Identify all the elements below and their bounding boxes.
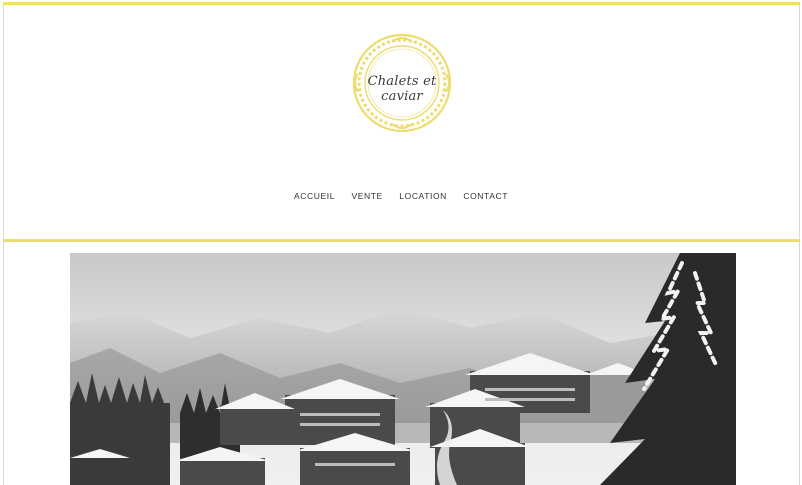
hero-image [70, 253, 736, 485]
main-nav: ACCUEIL VENTE LOCATION CONTACT [0, 186, 802, 204]
snowy-chalet-village-photo-icon [70, 253, 736, 485]
nav-item-vente[interactable]: VENTE [351, 191, 382, 201]
top-accent-rule [4, 2, 800, 5]
site-logo[interactable]: Chalets et caviar [350, 30, 454, 136]
logo-wordmark: Chalets et caviar [367, 74, 437, 104]
nav-item-contact[interactable]: CONTACT [463, 191, 508, 201]
nav-item-accueil[interactable]: ACCUEIL [294, 191, 335, 201]
header-accent-rule [4, 239, 800, 242]
nav-item-location[interactable]: LOCATION [399, 191, 447, 201]
